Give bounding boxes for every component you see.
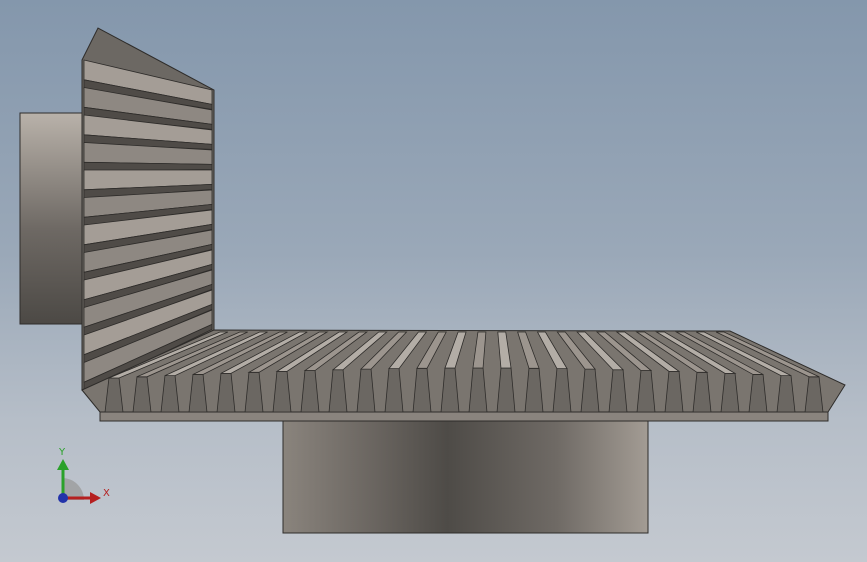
x-axis-arrow <box>90 492 101 504</box>
horizontal-gear-rim <box>99 411 829 422</box>
y-axis-arrow <box>57 459 69 470</box>
graphics-viewport[interactable]: Y X <box>0 0 867 562</box>
z-axis-dot <box>58 493 68 503</box>
gear-assembly-model: Y X <box>19 27 846 534</box>
y-axis-label: Y <box>58 447 66 458</box>
left-hub <box>19 112 83 325</box>
bottom-hub <box>282 419 649 534</box>
x-axis-label: X <box>103 488 110 499</box>
axis-triad: Y X <box>57 447 110 504</box>
